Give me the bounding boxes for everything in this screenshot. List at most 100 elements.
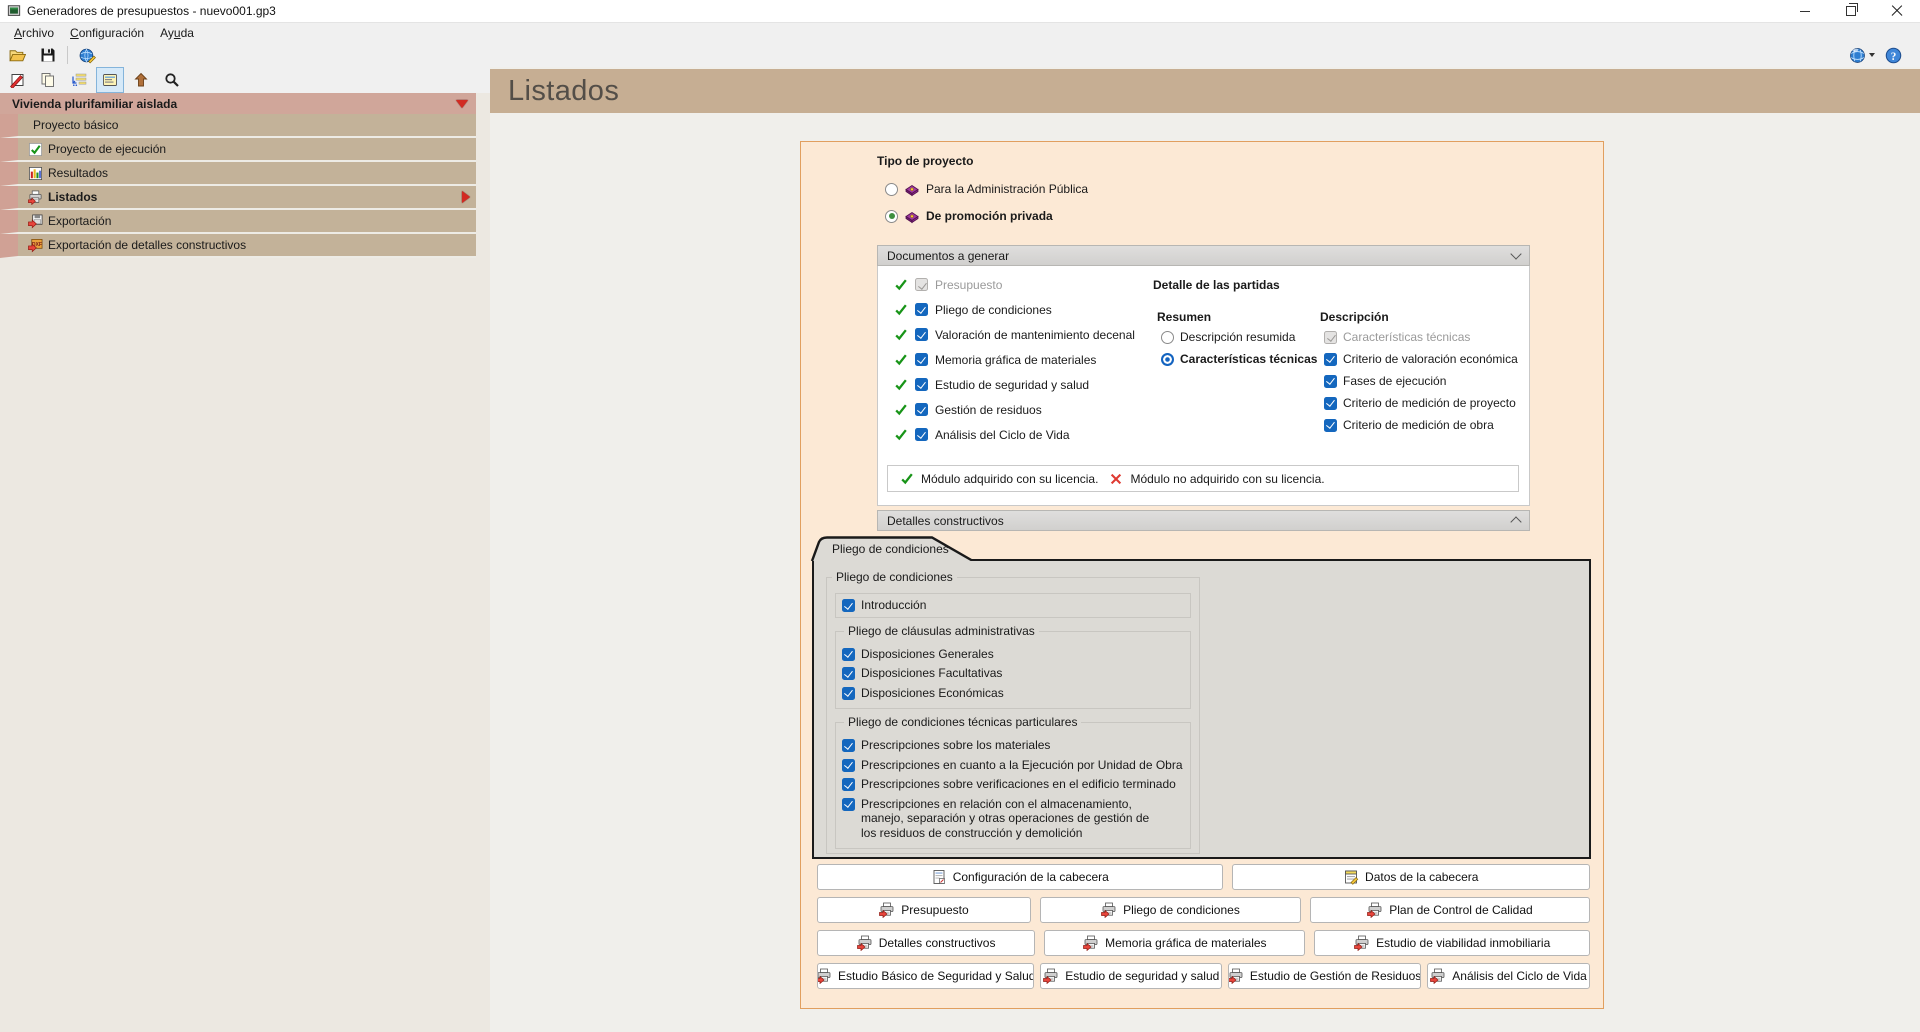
form-view-button[interactable] — [96, 67, 124, 93]
menu-archivo[interactable]: Archivo — [6, 24, 62, 42]
checkbox-icon[interactable] — [842, 778, 855, 791]
checkbox-icon[interactable] — [1324, 352, 1337, 366]
desc-option-criterio-valoracion[interactable]: Criterio de valoración económica — [1324, 348, 1518, 370]
help-button[interactable] — [1885, 47, 1902, 64]
checkbox-icon[interactable] — [842, 739, 855, 752]
estudio-gestion-residuos-button[interactable]: Estudio de Gestión de Residuos — [1228, 963, 1422, 989]
menu-ayuda[interactable]: Ayuda — [152, 24, 202, 42]
green-checkbox-icon — [28, 142, 43, 157]
detalles-constructivos-button[interactable]: Detalles constructivos — [817, 930, 1036, 956]
checkbox-icon[interactable] — [1324, 374, 1337, 388]
printer-icon — [28, 190, 43, 205]
menu-bar: Archivo Configuración Ayuda — [0, 23, 1920, 43]
save-button[interactable] — [34, 43, 61, 67]
sidebar-item-exportacion-detalles[interactable]: Exportación de detalles constructivos — [0, 234, 476, 258]
estudio-basico-seguridad-button[interactable]: Estudio Básico de Seguridad y Salud — [817, 963, 1035, 989]
radio-promocion-privada[interactable]: De promoción privada — [885, 207, 1053, 225]
doc-option-presupuesto[interactable]: Presupuesto — [894, 272, 1135, 297]
option-prescripciones-materiales[interactable]: Prescripciones sobre los materiales — [842, 738, 1184, 753]
button-row-1: Configuración de la cabecera Datos de la… — [817, 864, 1590, 890]
checkbox-icon[interactable] — [842, 686, 855, 700]
upload-icon — [133, 72, 149, 88]
radio-icon[interactable] — [885, 182, 898, 196]
checkbox-icon[interactable] — [1324, 418, 1337, 432]
option-prescripciones-verificaciones[interactable]: Prescripciones sobre verificaciones en e… — [842, 777, 1184, 792]
checkbox-icon[interactable] — [915, 378, 928, 391]
detalles-constructivos-header[interactable]: Detalles constructivos — [877, 510, 1530, 531]
option-prescripciones-ejecucion[interactable]: Prescripciones en cuanto a la Ejecución … — [842, 758, 1184, 773]
sidebar-item-resultados[interactable]: Resultados — [0, 162, 476, 186]
sidebar-item-exportacion[interactable]: Exportación — [0, 210, 476, 234]
checkbox-icon[interactable] — [842, 758, 855, 772]
restore-button[interactable] — [1828, 0, 1874, 22]
close-button[interactable] — [1874, 0, 1920, 22]
tree-header[interactable]: Vivienda plurifamiliar aislada — [0, 93, 476, 114]
checkbox-icon[interactable] — [842, 797, 855, 811]
search-button[interactable] — [158, 67, 186, 93]
option-disposiciones-generales[interactable]: Disposiciones Generales — [842, 647, 1184, 662]
doc-option-memoria-grafica[interactable]: Memoria gráfica de materiales — [894, 347, 1135, 372]
checkbox-icon[interactable] — [915, 328, 928, 341]
desc-option-medicion-proyecto[interactable]: Criterio de medición de proyecto — [1324, 392, 1518, 414]
option-disposiciones-economicas[interactable]: Disposiciones Económicas — [842, 686, 1184, 701]
open-file-button[interactable] — [4, 43, 31, 67]
form-edit-icon — [1343, 869, 1359, 885]
printer-icon — [857, 935, 873, 951]
chevron-down-icon — [1510, 248, 1522, 260]
edit-document-button[interactable] — [3, 67, 31, 93]
memoria-grafica-button[interactable]: Memoria gráfica de materiales — [1044, 930, 1306, 956]
sidebar-item-proyecto-basico[interactable]: Proyecto básico — [0, 114, 476, 138]
doc-option-label: Presupuesto — [935, 277, 1003, 292]
menu-configuracion[interactable]: Configuración — [62, 24, 152, 42]
language-globe-button[interactable] — [1849, 47, 1875, 64]
checkbox-icon[interactable] — [915, 428, 928, 441]
minimize-button[interactable] — [1782, 0, 1828, 22]
option-introduccion[interactable]: Introducción — [842, 598, 1184, 613]
estudio-viabilidad-button[interactable]: Estudio de viabilidad inmobiliaria — [1314, 930, 1590, 956]
checkbox-icon[interactable] — [842, 667, 855, 680]
desc-option-label: Criterio de medición de obra — [1343, 418, 1494, 432]
doc-option-gestion-residuos[interactable]: Gestión de residuos — [894, 397, 1135, 422]
datos-cabecera-button[interactable]: Datos de la cabecera — [1231, 864, 1590, 890]
desc-option-medicion-obra[interactable]: Criterio de medición de obra — [1324, 414, 1518, 436]
presupuesto-button[interactable]: Presupuesto — [817, 897, 1031, 923]
radio-administracion-publica[interactable]: Para la Administración Pública — [885, 180, 1088, 198]
option-label: Prescripciones sobre los materiales — [861, 738, 1051, 752]
configuracion-cabecera-button[interactable]: Configuración de la cabecera — [817, 864, 1223, 890]
radio-caracteristicas-tecnicas[interactable]: Características técnicas — [1161, 348, 1317, 370]
upload-button[interactable] — [127, 67, 155, 93]
sidebar-item-proyecto-de-ejecucion[interactable]: Proyecto de ejecución — [0, 138, 476, 162]
checkbox-icon[interactable] — [842, 599, 855, 612]
list-export-button[interactable] — [65, 67, 93, 93]
radio-descripcion-resumida[interactable]: Descripción resumida — [1161, 326, 1295, 348]
desc-option-caracteristicas[interactable]: Características técnicas — [1324, 326, 1518, 348]
tab-pliego-de-condiciones[interactable]: Pliego de condiciones — [810, 535, 976, 563]
form-view-icon — [102, 72, 118, 88]
pliego-condiciones-button[interactable]: Pliego de condiciones — [1040, 897, 1301, 923]
radio-selected-icon[interactable] — [1161, 352, 1174, 366]
doc-option-analisis-ciclo-vida[interactable]: Análisis del Ciclo de Vida — [894, 422, 1135, 447]
plan-control-calidad-button[interactable]: Plan de Control de Calidad — [1309, 897, 1590, 923]
estudio-seguridad-salud-button[interactable]: Estudio de seguridad y salud — [1040, 963, 1223, 989]
documentos-a-generar-header[interactable]: Documentos a generar — [877, 245, 1530, 266]
checkbox-icon[interactable] — [915, 303, 928, 316]
doc-option-pliego-de-condiciones[interactable]: Pliego de condiciones — [894, 297, 1135, 322]
doc-option-estudio-seguridad[interactable]: Estudio de seguridad y salud — [894, 372, 1135, 397]
checkbox-icon[interactable] — [915, 353, 928, 366]
option-disposiciones-facultativas[interactable]: Disposiciones Facultativas — [842, 666, 1184, 681]
checkbox-icon[interactable] — [842, 647, 855, 661]
sidebar-item-listados[interactable]: Listados — [0, 186, 476, 210]
world-edit-button[interactable] — [74, 43, 101, 67]
doc-option-valoracion-mantenimiento[interactable]: Valoración de mantenimiento decenal — [894, 322, 1135, 347]
copy-document-button[interactable] — [34, 67, 62, 93]
radio-icon[interactable] — [1161, 330, 1174, 344]
radio-selected-icon[interactable] — [885, 209, 898, 223]
option-prescripciones-almacenamiento[interactable]: Prescripciones en relación con el almace… — [842, 797, 1184, 841]
checkbox-icon[interactable] — [915, 403, 928, 416]
button-label: Análisis del Ciclo de Vida — [1452, 969, 1587, 983]
printer-icon — [817, 968, 832, 984]
analisis-ciclo-vida-button[interactable]: Análisis del Ciclo de Vida — [1427, 963, 1591, 989]
desc-option-fases-ejecucion[interactable]: Fases de ejecución — [1324, 370, 1518, 392]
option-label: Disposiciones Generales — [861, 646, 994, 661]
checkbox-icon[interactable] — [1324, 396, 1337, 410]
